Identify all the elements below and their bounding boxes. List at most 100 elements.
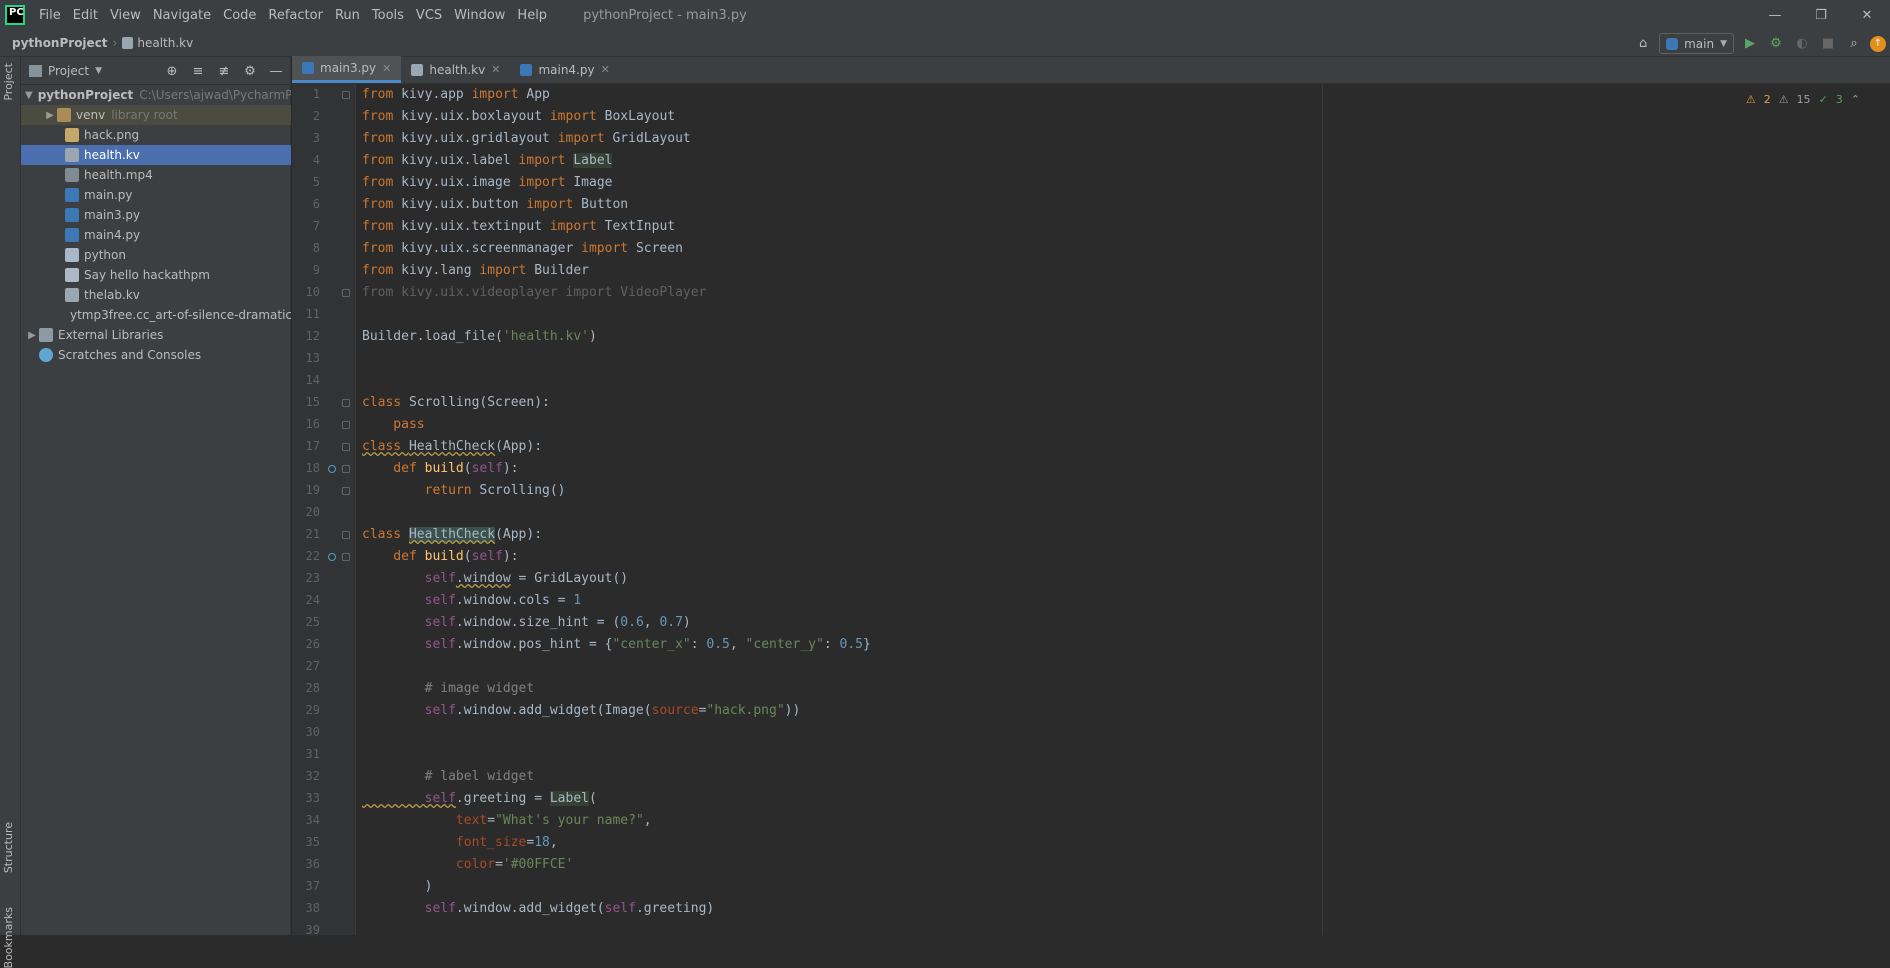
minimize-button[interactable]: — (1752, 0, 1798, 30)
fold-marker-icon[interactable] (342, 487, 350, 495)
image-file-icon (65, 128, 79, 142)
menu-window[interactable]: Window (448, 8, 511, 23)
navigation-bar: pythonProject › health.kv ⌂ main ▼ ▶ ⚙ ◐… (0, 30, 1890, 57)
run-configuration-select[interactable]: main ▼ (1659, 33, 1734, 54)
chevron-down-icon[interactable]: ▼ (95, 66, 102, 76)
structure-tool-tab[interactable]: Structure (2, 822, 15, 873)
coverage-icon[interactable]: ◐ (1792, 34, 1812, 54)
update-icon[interactable]: ↑ (1870, 35, 1886, 52)
collapse-all-icon[interactable]: ≢ (214, 61, 234, 81)
tree-item-label: External Libraries (58, 328, 164, 342)
tree-item-venv[interactable]: ▶ venv library root (21, 105, 291, 125)
tree-item-file[interactable]: main4.py (21, 225, 291, 245)
breadcrumb-project[interactable]: pythonProject (12, 36, 108, 50)
code-line: from kivy.app import App (362, 87, 550, 102)
tree-item-file[interactable]: main.py (21, 185, 291, 205)
line-number: 32 (305, 769, 320, 783)
code-line: text="What's your name?", (362, 813, 652, 828)
close-tab-icon[interactable]: ✕ (382, 62, 391, 75)
expand-all-icon[interactable]: ≡ (188, 61, 208, 81)
tree-item-scratches[interactable]: Scratches and Consoles (21, 345, 291, 365)
hide-icon[interactable]: — (266, 61, 286, 81)
tree-item-label: hack.png (84, 128, 140, 142)
line-number: 23 (305, 571, 320, 585)
menu-tools[interactable]: Tools (366, 8, 410, 23)
menu-edit[interactable]: Edit (67, 8, 104, 23)
tree-item-file[interactable]: thelab.kv (21, 285, 291, 305)
gear-icon[interactable]: ⚙ (240, 61, 260, 81)
line-number: 16 (305, 417, 320, 431)
editor-gutter: 1 2 3 4 5 6 7 8 9 10 11 12 13 14 15 16 17 18 19 20 21 22 23 24 2… (292, 84, 356, 937)
line-number: 35 (305, 835, 320, 849)
chevron-down-icon[interactable]: ▼ (25, 90, 33, 101)
tree-item-file[interactable]: main3.py (21, 205, 291, 225)
menu-run[interactable]: Run (329, 8, 366, 23)
tree-item-file[interactable]: Say hello hackathpm (21, 265, 291, 285)
line-number: 27 (305, 659, 320, 673)
tree-item-file[interactable]: health.mp4 (21, 165, 291, 185)
python-file-icon (302, 62, 314, 74)
tree-item-path: C:\Users\ajwad\PycharmPr (139, 88, 291, 102)
tree-item-file[interactable]: python (21, 245, 291, 265)
code-line: self.window.size_hint = (0.6, 0.7) (362, 615, 691, 630)
chevron-right-icon[interactable]: ▶ (43, 110, 57, 121)
fold-marker-icon[interactable] (342, 91, 350, 99)
menu-view[interactable]: View (104, 8, 147, 23)
chevron-right-icon[interactable]: ▶ (25, 330, 39, 341)
tree-item-file[interactable]: hack.png (21, 125, 291, 145)
locate-file-icon[interactable]: ⊕ (162, 61, 182, 81)
python-icon (1666, 37, 1679, 50)
kv-file-icon (65, 288, 79, 302)
tab-main3-py[interactable]: main3.py ✕ (292, 56, 402, 83)
fold-marker-icon[interactable] (342, 553, 350, 561)
fold-marker-icon[interactable] (342, 399, 350, 407)
fold-marker-icon[interactable] (342, 289, 350, 297)
code-line: from kivy.uix.boxlayout import BoxLayout (362, 109, 676, 124)
stop-icon[interactable]: ■ (1818, 34, 1838, 54)
code-line: self.window.add_widget(self.greeting) (362, 901, 715, 916)
close-button[interactable]: ✕ (1844, 0, 1890, 30)
fold-marker-icon[interactable] (342, 531, 350, 539)
code-line: class HealthCheck(App): (362, 527, 543, 542)
tree-item-external-libraries[interactable]: ▶ External Libraries (21, 325, 291, 345)
menu-vcs[interactable]: VCS (410, 8, 448, 23)
tab-main4-py[interactable]: main4.py ✕ (510, 56, 619, 83)
breadcrumb-file[interactable]: health.kv (137, 36, 193, 50)
code-line: from kivy.uix.image import Image (362, 175, 613, 190)
tree-item-file[interactable]: ytmp3free.cc_art-of-silence-dramatic-c (21, 305, 291, 325)
code-comment: # image widget (362, 681, 535, 696)
line-number: 24 (305, 593, 320, 607)
menu-code[interactable]: Code (217, 8, 262, 23)
project-panel-title[interactable]: Project (48, 64, 89, 78)
tab-health-kv[interactable]: health.kv ✕ (401, 56, 510, 83)
python-file-icon (65, 208, 79, 222)
bookmarks-tool-tab[interactable]: Bookmarks (2, 907, 15, 968)
override-method-icon[interactable] (328, 465, 336, 473)
video-file-icon (65, 168, 79, 182)
code-editor[interactable]: from kivy.app import App from kivy.uix.b… (362, 84, 1890, 935)
fold-marker-icon[interactable] (342, 443, 350, 451)
menu-help[interactable]: Help (511, 8, 553, 23)
menu-file[interactable]: File (33, 8, 67, 23)
restore-button[interactable]: ❐ (1798, 0, 1844, 30)
tree-item-root[interactable]: ▼ pythonProject C:\Users\ajwad\PycharmPr (21, 85, 291, 105)
debug-icon[interactable]: ⚙ (1766, 34, 1786, 54)
close-tab-icon[interactable]: ✕ (601, 63, 610, 76)
override-method-icon[interactable] (328, 553, 336, 561)
tree-item-file-selected[interactable]: health.kv (21, 145, 291, 165)
run-icon[interactable]: ▶ (1740, 34, 1760, 54)
code-line: def build(self): (362, 461, 519, 476)
tree-item-label: ytmp3free.cc_art-of-silence-dramatic-c (70, 308, 291, 322)
library-icon (39, 328, 53, 342)
fold-marker-icon[interactable] (342, 421, 350, 429)
project-tree: ▼ pythonProject C:\Users\ajwad\PycharmPr… (21, 85, 291, 365)
project-tool-tab[interactable]: Project (2, 63, 15, 101)
close-tab-icon[interactable]: ✕ (491, 63, 500, 76)
line-number: 18 (305, 461, 320, 475)
line-number: 30 (305, 725, 320, 739)
user-icon[interactable]: ⌂ (1633, 34, 1653, 54)
menu-refactor[interactable]: Refactor (262, 8, 329, 23)
search-icon[interactable]: ⌕ (1844, 34, 1864, 54)
fold-marker-icon[interactable] (342, 465, 350, 473)
menu-navigate[interactable]: Navigate (147, 8, 217, 23)
